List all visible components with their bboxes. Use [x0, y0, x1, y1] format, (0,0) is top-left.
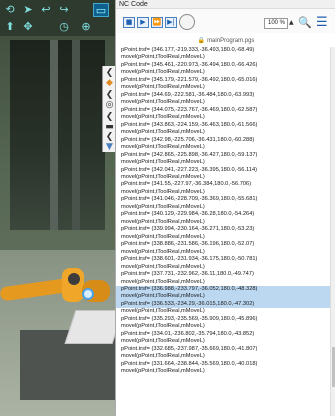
- robot-icon[interactable]: ◆: [104, 78, 115, 88]
- code-line[interactable]: pPoint.trsf= (342.865,-225.898,-36.427,1…: [116, 152, 330, 159]
- code-line[interactable]: pPoint.trsf= (335.293,-235.569,-35.909,1…: [116, 316, 330, 323]
- collapse-icon[interactable]: ❮: [104, 90, 115, 100]
- code-line[interactable]: movel(pPoint,tToolReal,mMoveL): [116, 353, 330, 360]
- fast-forward-button[interactable]: ⏩: [151, 17, 163, 28]
- code-line[interactable]: movel(pPoint,tToolReal,mMoveL): [116, 219, 330, 226]
- move-icon[interactable]: ⬆: [2, 20, 18, 34]
- speed-dial[interactable]: [179, 14, 195, 30]
- clock-icon[interactable]: ◷: [56, 20, 72, 34]
- chevron-up-icon[interactable]: ▲: [289, 19, 294, 26]
- list-icon[interactable]: ☰: [316, 15, 328, 31]
- code-line[interactable]: movel(pPoint,tToolReal,mMoveL): [116, 54, 330, 61]
- code-line[interactable]: movel(pPoint,tToolReal,mMoveL): [116, 69, 330, 76]
- code-line[interactable]: pPoint.trsf= (336.988,-233.797,-36.052,1…: [116, 286, 330, 294]
- code-line[interactable]: pPoint.trsf= (334.01,-236.802,-35.794,18…: [116, 331, 330, 338]
- step-button[interactable]: ▶|: [165, 17, 177, 28]
- code-line[interactable]: movel(pPoint,tToolReal,mMoveL): [116, 99, 330, 106]
- code-line[interactable]: pPoint.trsf= (342.98,-225.706,-36.431,18…: [116, 137, 330, 144]
- undo-icon[interactable]: ↩: [38, 3, 54, 17]
- code-line[interactable]: pPoint.trsf= (344.69,-222.581,-36.484,18…: [116, 92, 330, 99]
- code-line[interactable]: pPoint.trsf= (331.664,-238.844,-35.569,1…: [116, 361, 330, 368]
- camera-icon[interactable]: ◎: [104, 100, 115, 110]
- code-line[interactable]: pPoint.trsf= (336.533,-234.29,-36.015,18…: [116, 300, 330, 309]
- nc-toolbar: ■ ▶ ⏩ ▶| 100 % ▲ 🔍 ☰: [116, 9, 335, 33]
- nc-code-panel: NC Code ■ ▶ ⏩ ▶| 100 % ▲ 🔍 ☰ 🔒 mainProgra…: [115, 0, 335, 416]
- machine-rail: [72, 40, 80, 230]
- code-line[interactable]: pPoint.trsf= (345.179,-221.579,-36.492,1…: [116, 77, 330, 84]
- code-line[interactable]: pPoint.trsf= (332.685,-237.987,-35.669,1…: [116, 346, 330, 353]
- code-line[interactable]: pPoint.trsf= (342.041,-227.223,-36.395,1…: [116, 167, 330, 174]
- code-line[interactable]: movel(pPoint,tToolReal,mMoveL): [116, 129, 330, 136]
- ruler-icon[interactable]: ▬: [104, 122, 115, 132]
- rotate-view-icon[interactable]: ⟲: [2, 3, 18, 17]
- code-editor[interactable]: pPoint.trsf= (346.177,-219.333,-36.493,1…: [116, 47, 330, 416]
- code-line[interactable]: movel(pPoint,tToolReal,mMoveL): [116, 174, 330, 181]
- code-line[interactable]: pPoint.trsf= (341.55,-227.97,-36.384,180…: [116, 181, 330, 188]
- code-line[interactable]: movel(pPoint,tToolReal,mMoveL): [116, 84, 330, 91]
- code-line[interactable]: movel(pPoint,tToolReal,mMoveL): [116, 234, 330, 241]
- collapse-icon[interactable]: ❮: [104, 68, 115, 78]
- pointer-icon[interactable]: ➤: [20, 3, 36, 17]
- pan-icon[interactable]: ✥: [20, 20, 36, 34]
- redo-icon[interactable]: ↪: [56, 3, 72, 17]
- view-frame-icon[interactable]: ▭: [93, 3, 109, 17]
- code-line[interactable]: movel(pPoint,tToolReal,mMoveL): [116, 338, 330, 345]
- code-line[interactable]: movel(pPoint,tToolReal,mMoveL): [116, 293, 330, 301]
- tool-target-marker[interactable]: [82, 288, 94, 300]
- robot-joint: [68, 273, 80, 285]
- code-line[interactable]: movel(pPoint,tToolReal,mMoveL): [116, 189, 330, 196]
- panel-title: NC Code: [116, 0, 335, 9]
- code-line[interactable]: pPoint.trsf= (340.129,-229.984,-36.28,18…: [116, 211, 330, 218]
- code-line[interactable]: movel(pPoint,tToolReal,mMoveL): [116, 204, 330, 211]
- scrollbar[interactable]: [330, 47, 335, 416]
- filter-icon[interactable]: ▼: [104, 142, 115, 152]
- code-line[interactable]: pPoint.trsf= (337.731,-232.962,-36.11,18…: [116, 271, 330, 278]
- code-line[interactable]: pPoint.trsf= (346.177,-219.333,-36.493,1…: [116, 47, 330, 54]
- collapse-icon[interactable]: ❮: [104, 112, 115, 122]
- code-line[interactable]: movel(pPoint,tToolReal,mMoveL): [116, 368, 330, 375]
- code-line[interactable]: movel(pPoint,tToolReal,mMoveL): [116, 323, 330, 330]
- code-line[interactable]: movel(pPoint,tToolReal,mMoveL): [116, 114, 330, 121]
- zoom-select[interactable]: 100 %: [264, 18, 288, 29]
- code-line[interactable]: movel(pPoint,tToolReal,mMoveL): [116, 264, 330, 271]
- code-line[interactable]: pPoint.trsf= (338.886,-231.586,-36.196,1…: [116, 241, 330, 248]
- file-bar: 🔒 mainProgram.pgs: [116, 36, 335, 46]
- collapse-icon[interactable]: ❮: [104, 132, 115, 142]
- code-line[interactable]: movel(pPoint,tToolReal,mMoveL): [116, 308, 330, 315]
- machine-rail: [50, 40, 58, 230]
- code-line[interactable]: movel(pPoint,tToolReal,mMoveL): [116, 159, 330, 166]
- code-line[interactable]: pPoint.trsf= (338.601,-231.934,-36.175,1…: [116, 256, 330, 263]
- code-line[interactable]: movel(pPoint,tToolReal,mMoveL): [116, 144, 330, 151]
- viewport-side-toolbar: ❮ ◆ ❮ ◎ ❮ ▬ ❮ ▼: [102, 66, 115, 152]
- lock-icon: 🔒: [197, 37, 206, 44]
- play-button[interactable]: ▶: [137, 17, 149, 28]
- 3d-viewport[interactable]: ⟲ ➤ ↩ ↪ ▭ ⬆ ✥ ◷ ⊕ ❮ ◆ ❮ ◎ ❮ ▬ ❮ ▼: [0, 0, 115, 416]
- code-line[interactable]: movel(pPoint,tToolReal,mMoveL): [116, 249, 330, 256]
- code-line[interactable]: movel(pPoint,tToolReal,mMoveL): [116, 279, 330, 286]
- search-icon[interactable]: 🔍: [298, 15, 312, 31]
- code-line[interactable]: pPoint.trsf= (345.461,-220.973,-36.494,1…: [116, 62, 330, 69]
- code-line[interactable]: pPoint.trsf= (344.075,-223.767,-36.469,1…: [116, 107, 330, 114]
- target-icon[interactable]: ⊕: [78, 20, 94, 34]
- file-name: mainProgram.pgs: [207, 38, 255, 44]
- viewport-toolbar: ⟲ ➤ ↩ ↪ ▭ ⬆ ✥ ◷ ⊕: [0, 0, 115, 36]
- code-line[interactable]: pPoint.trsf= (343.863,-224.159,-36.463,1…: [116, 122, 330, 129]
- code-line[interactable]: pPoint.trsf= (341.046,-228.709,-36.369,1…: [116, 196, 330, 203]
- code-line[interactable]: pPoint.trsf= (339.994,-230.164,-36.271,1…: [116, 226, 330, 233]
- stop-button[interactable]: ■: [123, 17, 135, 28]
